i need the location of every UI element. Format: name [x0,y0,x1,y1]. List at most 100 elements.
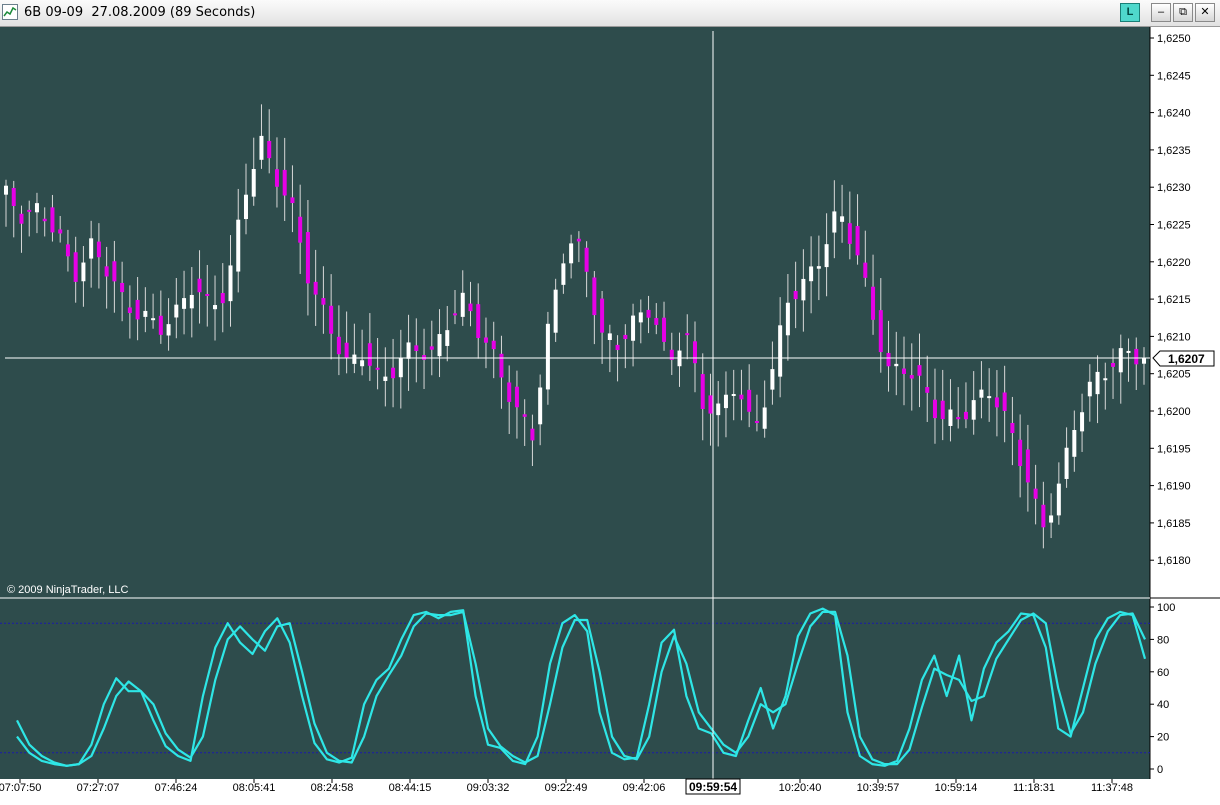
restore-button[interactable]: ⧉ [1173,3,1193,22]
candle-up [398,358,403,378]
time-tick-label: 08:05:41 [233,782,276,794]
price-tick-label: 1,6200 [1157,406,1191,418]
candle-down [863,262,868,278]
candle-down [11,187,16,207]
candle-up [553,289,558,333]
candle-down [576,238,581,242]
candle-up [731,393,736,396]
candle-up [1064,447,1069,479]
candle-up [228,265,233,302]
candle-down [73,252,78,282]
candle-down [685,333,690,336]
candle-up [561,263,566,285]
candle-down [963,411,968,420]
candle-up [607,333,612,341]
candle-down [754,421,759,424]
candle-down [932,399,937,419]
candle-down [305,232,310,284]
candle-down [453,313,458,316]
price-tick-label: 1,6190 [1157,481,1191,493]
candle-down [298,216,303,243]
candle-down [112,261,117,282]
time-tick-label: 09:42:06 [623,782,666,794]
price-tick-label: 1,6205 [1157,369,1191,381]
candle-down [483,337,488,343]
candle-down [135,299,140,320]
candle-down [127,307,132,314]
candle-down [747,389,752,412]
candle-down [925,387,930,393]
candle-down [871,286,876,320]
candle-down [27,209,32,212]
candle-down [530,428,535,441]
candle-down [1111,363,1116,367]
time-tick-label: 08:24:58 [311,782,354,794]
candle-up [894,363,899,367]
candle-down [65,244,70,257]
candle-down [391,367,396,379]
candle-down [197,278,202,293]
candle-up [971,400,976,420]
close-button[interactable]: ✕ [1195,3,1215,22]
candle-down [956,417,961,420]
time-tick-label: 09:03:32 [467,782,510,794]
candle-up [785,302,790,336]
oscillator-tick-label: 20 [1157,732,1169,744]
candle-up [81,262,86,282]
candle-down [793,290,798,300]
price-tick-label: 1,6230 [1157,182,1191,194]
minimize-button[interactable]: – [1151,3,1171,22]
price-tick-label: 1,6220 [1157,257,1191,269]
candle-up [723,394,728,409]
candle-up [1072,430,1077,457]
candle-up [816,266,821,269]
time-tick-label: 07:07:50 [0,782,41,794]
time-tick-label: 10:59:14 [935,782,978,794]
time-tick-label: 09:22:49 [545,782,588,794]
candle-down [429,346,434,350]
copyright-text: © 2009 NinjaTrader, LLC [7,584,128,596]
price-tick-label: 1,6250 [1157,33,1191,45]
candle-down [220,293,225,304]
candle-up [638,312,643,323]
candle-up [182,298,187,309]
candle-down [375,367,380,370]
oscillator-tick-label: 60 [1157,667,1169,679]
candle-up [716,403,721,416]
price-chart[interactable]: 1,6250 1,6245 1,6240 1,6235 1,6230 1,6225 1,62… [0,27,1220,800]
price-tick-label: 1,6240 [1157,108,1191,120]
candle-down [344,342,349,359]
candle-down [50,207,55,233]
candle-down [468,303,473,312]
candle-down [692,341,697,364]
crosshair-time-label: 09:59:54 [689,780,737,794]
candle-up [243,194,248,220]
candle-up [1118,348,1123,373]
candle-down [267,140,272,159]
candle-up [1126,350,1131,353]
candle-down [708,395,713,414]
candle-up [189,294,194,309]
price-tick-label: 1,6245 [1157,70,1191,82]
candle-up [569,243,574,264]
candle-up [979,389,984,398]
candle-up [538,387,543,425]
candle-up [770,369,775,390]
candle-down [120,282,125,293]
link-button[interactable]: L [1120,3,1140,22]
candle-up [809,266,814,282]
candle-up [948,409,953,426]
candle-down [739,394,744,400]
oscillator-tick-label: 80 [1157,634,1169,646]
price-ticks: 1,6250 1,6245 1,6240 1,6235 1,6230 1,6225 1,62… [1150,33,1191,567]
chart-background [0,27,1150,779]
candle-down [514,386,519,408]
candle-down [909,375,914,379]
candle-down [321,298,326,305]
candle-down [313,281,318,295]
chart-area[interactable]: 1,6250 1,6245 1,6240 1,6235 1,6230 1,6225 1,62… [0,27,1220,800]
candle-down [940,400,945,420]
candle-down [274,169,279,187]
time-tick-label: 08:44:15 [389,782,432,794]
oscillator-tick-label: 40 [1157,699,1169,711]
